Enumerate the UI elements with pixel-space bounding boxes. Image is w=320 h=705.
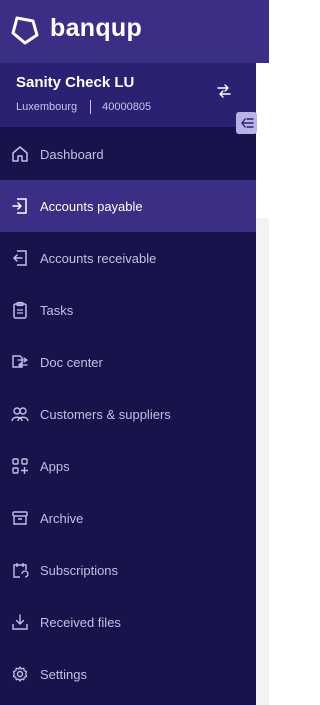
apps-icon [10, 456, 30, 476]
company-name: Sanity Check LU [16, 74, 135, 91]
company-meta: Luxembourg 40000805 [16, 100, 151, 114]
company-id: 40000805 [102, 101, 152, 113]
people-icon [10, 404, 30, 424]
banqup-logo-icon[interactable] [8, 13, 42, 47]
nav-item-received-files[interactable]: Received files [0, 596, 256, 648]
nav-label: Settings [40, 666, 87, 682]
nav-item-subscriptions[interactable]: Subscriptions [0, 544, 256, 596]
nav-label: Apps [40, 458, 70, 474]
brand-name[interactable]: banqup [50, 14, 142, 43]
nav-label: Accounts receivable [40, 250, 157, 266]
nav-label: Doc center [40, 354, 103, 370]
clipboard-icon [10, 300, 30, 320]
nav-label: Customers & suppliers [40, 406, 171, 422]
content-edge [256, 63, 269, 218]
nav-item-customers-suppliers[interactable]: Customers & suppliers [0, 388, 256, 440]
nav-label: Tasks [40, 302, 74, 318]
archive-icon [10, 508, 30, 528]
doc-transfer-icon [10, 352, 30, 372]
nav-item-doc-center[interactable]: Doc center [0, 336, 256, 388]
nav-label: Dashboard [40, 146, 104, 162]
download-tray-icon [10, 612, 30, 632]
calendar-sync-icon [10, 560, 30, 580]
brand-bar: banqup [0, 0, 269, 63]
company-country: Luxembourg [16, 101, 78, 113]
nav-label: Archive [40, 510, 84, 526]
inbox-out-icon [10, 248, 30, 268]
switch-company-icon[interactable] [215, 84, 233, 98]
content-edge-shade [256, 218, 269, 705]
nav-item-archive[interactable]: Archive [0, 492, 256, 544]
meta-divider [90, 100, 92, 114]
nav-item-accounts-receivable[interactable]: Accounts receivable [0, 232, 256, 284]
nav-label: Received files [40, 614, 121, 630]
home-icon [10, 144, 30, 164]
nav-item-dashboard[interactable]: Dashboard [0, 128, 256, 180]
nav-item-apps[interactable]: Apps [0, 440, 256, 492]
nav-item-tasks[interactable]: Tasks [0, 284, 256, 336]
nav-item-settings[interactable]: Settings [0, 648, 256, 700]
nav-item-accounts-payable[interactable]: Accounts payable [0, 180, 256, 232]
inbox-in-icon [10, 196, 30, 216]
gear-icon [10, 664, 30, 684]
nav-label: Subscriptions [40, 562, 119, 578]
nav-label: Accounts payable [40, 198, 143, 214]
